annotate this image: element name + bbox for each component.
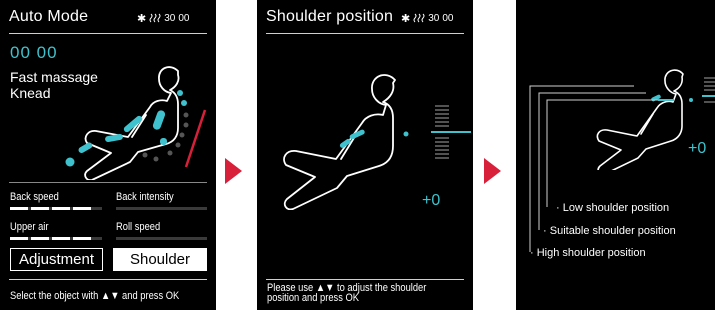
screen-title: Shoulder position bbox=[266, 8, 394, 25]
status-bar: ✱ 30 00 bbox=[401, 12, 453, 25]
back-speed-step bbox=[52, 207, 70, 210]
next-step-arrow bbox=[484, 158, 501, 184]
adjustment-button[interactable]: Adjustment bbox=[10, 248, 103, 271]
footer-divider bbox=[266, 279, 464, 280]
status-seconds: 00 bbox=[442, 13, 454, 24]
position-leader-lines bbox=[529, 85, 674, 252]
back-intensity-label: Back intensity bbox=[116, 191, 174, 203]
instruction-text: Please use ▲▼ to adjust the shoulder pos… bbox=[267, 283, 426, 304]
back-speed-label: Back speed bbox=[10, 191, 59, 203]
status-minutes: 30 bbox=[164, 13, 176, 24]
high-shoulder-position-text: High shoulder position bbox=[536, 247, 646, 259]
technique-name: Knead bbox=[10, 85, 51, 101]
shoulder-position-scale bbox=[431, 105, 471, 159]
suitable-shoulder-position-label: · Suitable shoulder position bbox=[543, 225, 676, 237]
next-step-arrow bbox=[225, 158, 242, 184]
massage-points bbox=[65, 90, 189, 167]
bluetooth-icon: ✱ bbox=[401, 13, 411, 25]
screen-title: Auto Mode bbox=[9, 8, 89, 25]
back-intensity-bar[interactable] bbox=[116, 207, 207, 210]
bluetooth-icon: ✱ bbox=[137, 13, 147, 25]
controls-divider bbox=[9, 182, 207, 183]
upper-air-step bbox=[52, 237, 70, 240]
suitable-shoulder-position-text: Suitable shoulder position bbox=[549, 225, 676, 237]
heat-icon bbox=[149, 13, 161, 23]
high-shoulder-position-label: · High shoulder position bbox=[530, 247, 646, 259]
roll-speed-bar[interactable] bbox=[116, 237, 207, 240]
back-speed-step bbox=[10, 207, 28, 210]
instruction-text: Select the object with ▲▼ and press OK bbox=[10, 290, 180, 302]
shoulder-offset-value: +0 bbox=[422, 192, 441, 209]
status-bar: ✱ 30 00 bbox=[137, 12, 189, 25]
header-divider bbox=[266, 33, 464, 34]
upper-air-label: Upper air bbox=[10, 221, 49, 233]
back-speed-step bbox=[73, 207, 91, 210]
shoulder-offset-value: +0 bbox=[688, 140, 707, 157]
header-divider bbox=[9, 33, 207, 34]
upper-air-step bbox=[73, 237, 91, 240]
auto-mode-screen: Auto Mode ✱ 30 00 00 00 Fast massage Kne… bbox=[0, 0, 216, 310]
session-timer: 00 00 bbox=[10, 43, 58, 62]
low-shoulder-position-label: · Low shoulder position bbox=[556, 202, 670, 214]
back-speed-step bbox=[31, 207, 49, 210]
shoulder-button[interactable]: Shoulder bbox=[113, 248, 207, 271]
shoulder-position-screen: Shoulder position ✱ 30 00 +0 Please use … bbox=[257, 0, 473, 310]
shoulder-position-diagram: +0 · Low shoulder position · Suitable sh… bbox=[516, 0, 715, 310]
seated-body-figure bbox=[283, 74, 409, 210]
status-minutes: 30 bbox=[428, 13, 440, 24]
heat-icon bbox=[413, 13, 425, 23]
upper-air-step bbox=[31, 237, 49, 240]
instruction-line-2: position and press OK bbox=[267, 292, 359, 304]
status-seconds: 00 bbox=[178, 13, 190, 24]
footer-divider bbox=[9, 279, 207, 280]
upper-air-step bbox=[10, 237, 28, 240]
low-shoulder-position-text: Low shoulder position bbox=[562, 202, 670, 214]
roll-speed-label: Roll speed bbox=[116, 221, 161, 233]
